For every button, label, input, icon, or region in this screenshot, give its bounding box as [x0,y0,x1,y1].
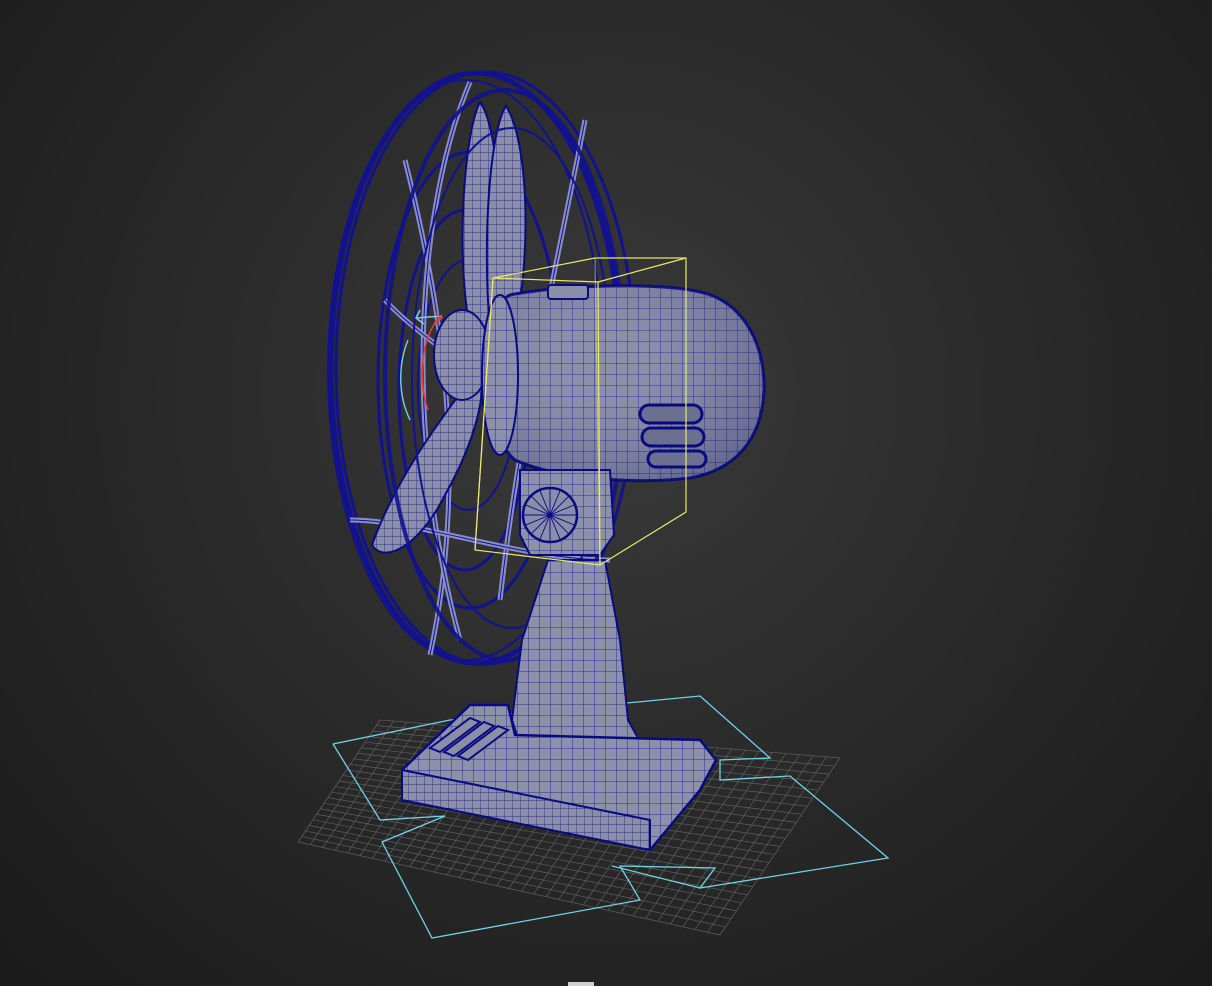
motor-housing[interactable] [481,284,766,483]
stand-column[interactable] [510,559,652,761]
viewport-3d[interactable] [0,0,1212,986]
vent-slots [638,403,708,469]
timeline-marker [568,982,594,986]
